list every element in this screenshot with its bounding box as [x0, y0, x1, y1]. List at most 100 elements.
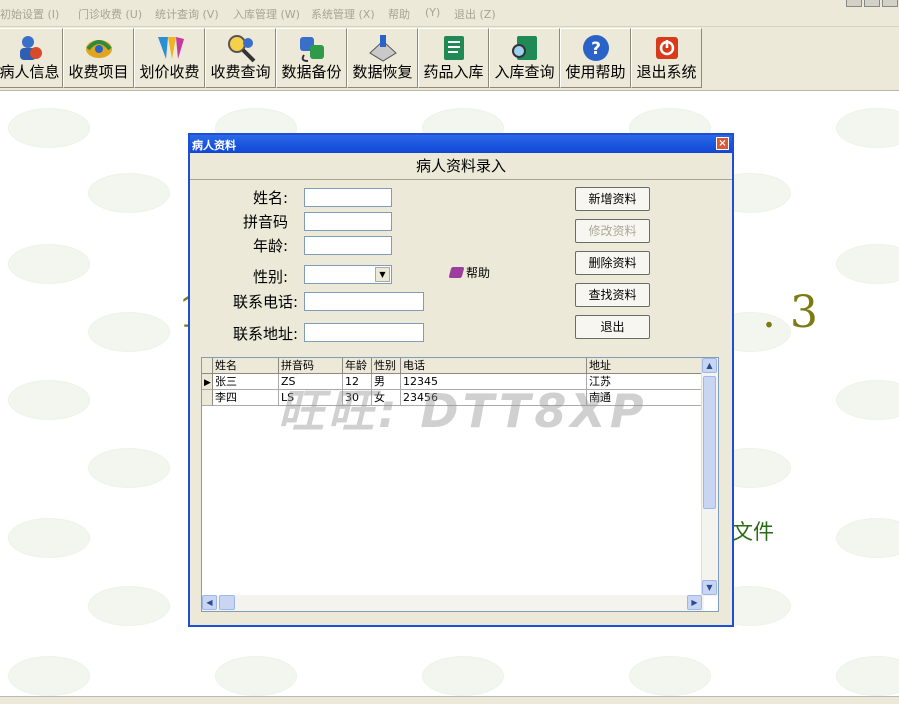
menu-bar: 初始设置 (I) 门诊收费 (U) 统计查询 (V) 入库管理 (W) 系统管理…: [0, 0, 899, 27]
toolbar-label: 退出系统: [636, 63, 697, 81]
background-leaf-tile: [8, 244, 90, 284]
toolbar-fee-query-button[interactable]: 收费查询: [205, 28, 276, 88]
phone-label: 联系电话:: [232, 293, 298, 311]
age-input[interactable]: [304, 236, 392, 255]
pinyin-input[interactable]: [304, 212, 392, 231]
toolbar-label: 收费项目: [68, 63, 129, 81]
row-indicator: ▶: [202, 374, 213, 390]
help-icon: ?: [582, 35, 609, 61]
add-record-button[interactable]: 新增资料: [575, 187, 650, 211]
horizontal-scrollbar[interactable]: ◀ ▶: [202, 595, 704, 611]
row-indicator-header: [202, 358, 213, 374]
background-leaf-tile: [836, 380, 899, 420]
watermark-text: 旺旺: DTT8XP: [278, 384, 648, 438]
background-leaf-tile: [422, 656, 504, 696]
background-leaf-tile: [88, 448, 170, 488]
menu-stock-management[interactable]: 入库管理 (W): [233, 6, 300, 22]
background-leaf-tile: [629, 656, 711, 696]
scroll-down-icon[interactable]: ▼: [702, 580, 717, 595]
dialog-heading: 病人资料录入: [190, 155, 732, 180]
dialog-title: 病人资料: [192, 139, 236, 152]
help-label: 帮助: [466, 266, 491, 280]
close-icon[interactable]: ×: [716, 137, 729, 150]
background-leaf-tile: [836, 244, 899, 284]
menu-help[interactable]: 帮助: [388, 6, 410, 22]
toolbar-restore-button[interactable]: 数据恢复: [347, 28, 418, 88]
dialog-titlebar[interactable]: 病人资料 ×: [190, 135, 732, 153]
close-window-button[interactable]: [882, 0, 898, 7]
edit-record-button[interactable]: 修改资料: [575, 219, 650, 243]
find-record-button[interactable]: 查找资料: [575, 283, 650, 307]
toolbar-pricing-button[interactable]: 划价收费: [134, 28, 205, 88]
toolbar-label: 收费查询: [210, 63, 271, 81]
toolbar-label: 数据恢复: [352, 63, 413, 81]
background-leaf-tile: [836, 518, 899, 558]
toolbar-patient-info-button[interactable]: 病人信息: [0, 28, 63, 88]
scroll-left-icon[interactable]: ◀: [202, 595, 217, 610]
cell-name[interactable]: 李四: [213, 390, 279, 406]
toolbar-stock-query-button[interactable]: 入库查询: [489, 28, 560, 88]
minimize-button[interactable]: [846, 0, 862, 7]
delete-record-button[interactable]: 删除资料: [575, 251, 650, 275]
scroll-right-icon[interactable]: ▶: [687, 595, 702, 610]
menu-outpatient-fee[interactable]: 门诊收费 (U): [78, 6, 142, 22]
stock-query-icon: [511, 36, 537, 60]
search-icon: [227, 35, 255, 63]
book-icon: [448, 267, 465, 278]
toolbar-label: 使用帮助: [565, 63, 626, 81]
gender-select[interactable]: ▼: [304, 265, 392, 284]
exit-button[interactable]: 退出: [575, 315, 650, 339]
toolbar-label: 入库查询: [494, 63, 555, 81]
cell-name[interactable]: 张三: [213, 374, 279, 390]
toolbar-fee-items-button[interactable]: 收费项目: [63, 28, 134, 88]
pinyin-label: 拼音码: [242, 213, 288, 231]
vertical-scrollbar[interactable]: ▲ ▼: [701, 358, 718, 596]
medicine-in-icon: [443, 36, 464, 60]
menu-y[interactable]: (Y): [425, 6, 440, 19]
phone-input[interactable]: [304, 292, 424, 311]
toolbar-label: 药品入库: [423, 63, 484, 81]
scroll-thumb-horizontal[interactable]: [219, 595, 235, 610]
toolbar-label: 划价收费: [139, 63, 200, 81]
toolbar-exit-system-button[interactable]: 退出系统: [631, 28, 702, 88]
name-input[interactable]: [304, 188, 392, 207]
menu-initial-settings[interactable]: 初始设置 (I): [0, 6, 59, 22]
maximize-button[interactable]: [864, 0, 880, 7]
help-link[interactable]: 帮助: [448, 264, 491, 281]
restore-icon: [368, 35, 397, 62]
background-version-text: . 3: [762, 287, 818, 338]
toolbar-medicine-in-button[interactable]: 药品入库: [418, 28, 489, 88]
column-header-age[interactable]: 年龄: [343, 358, 372, 374]
background-leaf-tile: [8, 380, 90, 420]
column-header-gender[interactable]: 性别: [372, 358, 401, 374]
address-input[interactable]: [304, 323, 424, 342]
name-label: 姓名:: [252, 189, 288, 207]
column-header-pinyin[interactable]: 拼音码: [279, 358, 343, 374]
background-leaf-tile: [88, 312, 170, 352]
background-leaf-tile: [88, 173, 170, 213]
chevron-down-icon[interactable]: ▼: [375, 267, 390, 282]
background-leaf-tile: [8, 518, 90, 558]
pricing-icon: [157, 37, 184, 59]
background-leaf-tile: [836, 108, 899, 148]
column-header-name[interactable]: 姓名: [213, 358, 279, 374]
power-icon: [655, 37, 678, 59]
fee-items-icon: [85, 40, 112, 58]
column-header-address[interactable]: 地址: [587, 358, 704, 374]
backup-icon: [299, 37, 324, 62]
menu-system-management[interactable]: 系统管理 (X): [311, 6, 375, 22]
menu-exit[interactable]: 退出 (Z): [454, 6, 496, 22]
column-header-phone[interactable]: 电话: [401, 358, 587, 374]
background-leaf-tile: [88, 586, 170, 626]
background-leaf-tile: [836, 656, 899, 696]
gender-label: 性别:: [252, 268, 288, 286]
svg-text:?: ?: [591, 39, 601, 59]
background-leaf-tile: [8, 656, 90, 696]
scroll-up-icon[interactable]: ▲: [702, 358, 717, 373]
patient-icon: [19, 36, 42, 60]
scroll-thumb[interactable]: [703, 376, 716, 509]
menu-statistics[interactable]: 统计查询 (V): [155, 6, 219, 22]
toolbar: 病人信息 收费项目 划价收费 收费查询 数据备份 数据恢复 药品入库 入库查询: [0, 27, 899, 91]
toolbar-help-button[interactable]: ? 使用帮助: [560, 28, 631, 88]
toolbar-backup-button[interactable]: 数据备份: [276, 28, 347, 88]
